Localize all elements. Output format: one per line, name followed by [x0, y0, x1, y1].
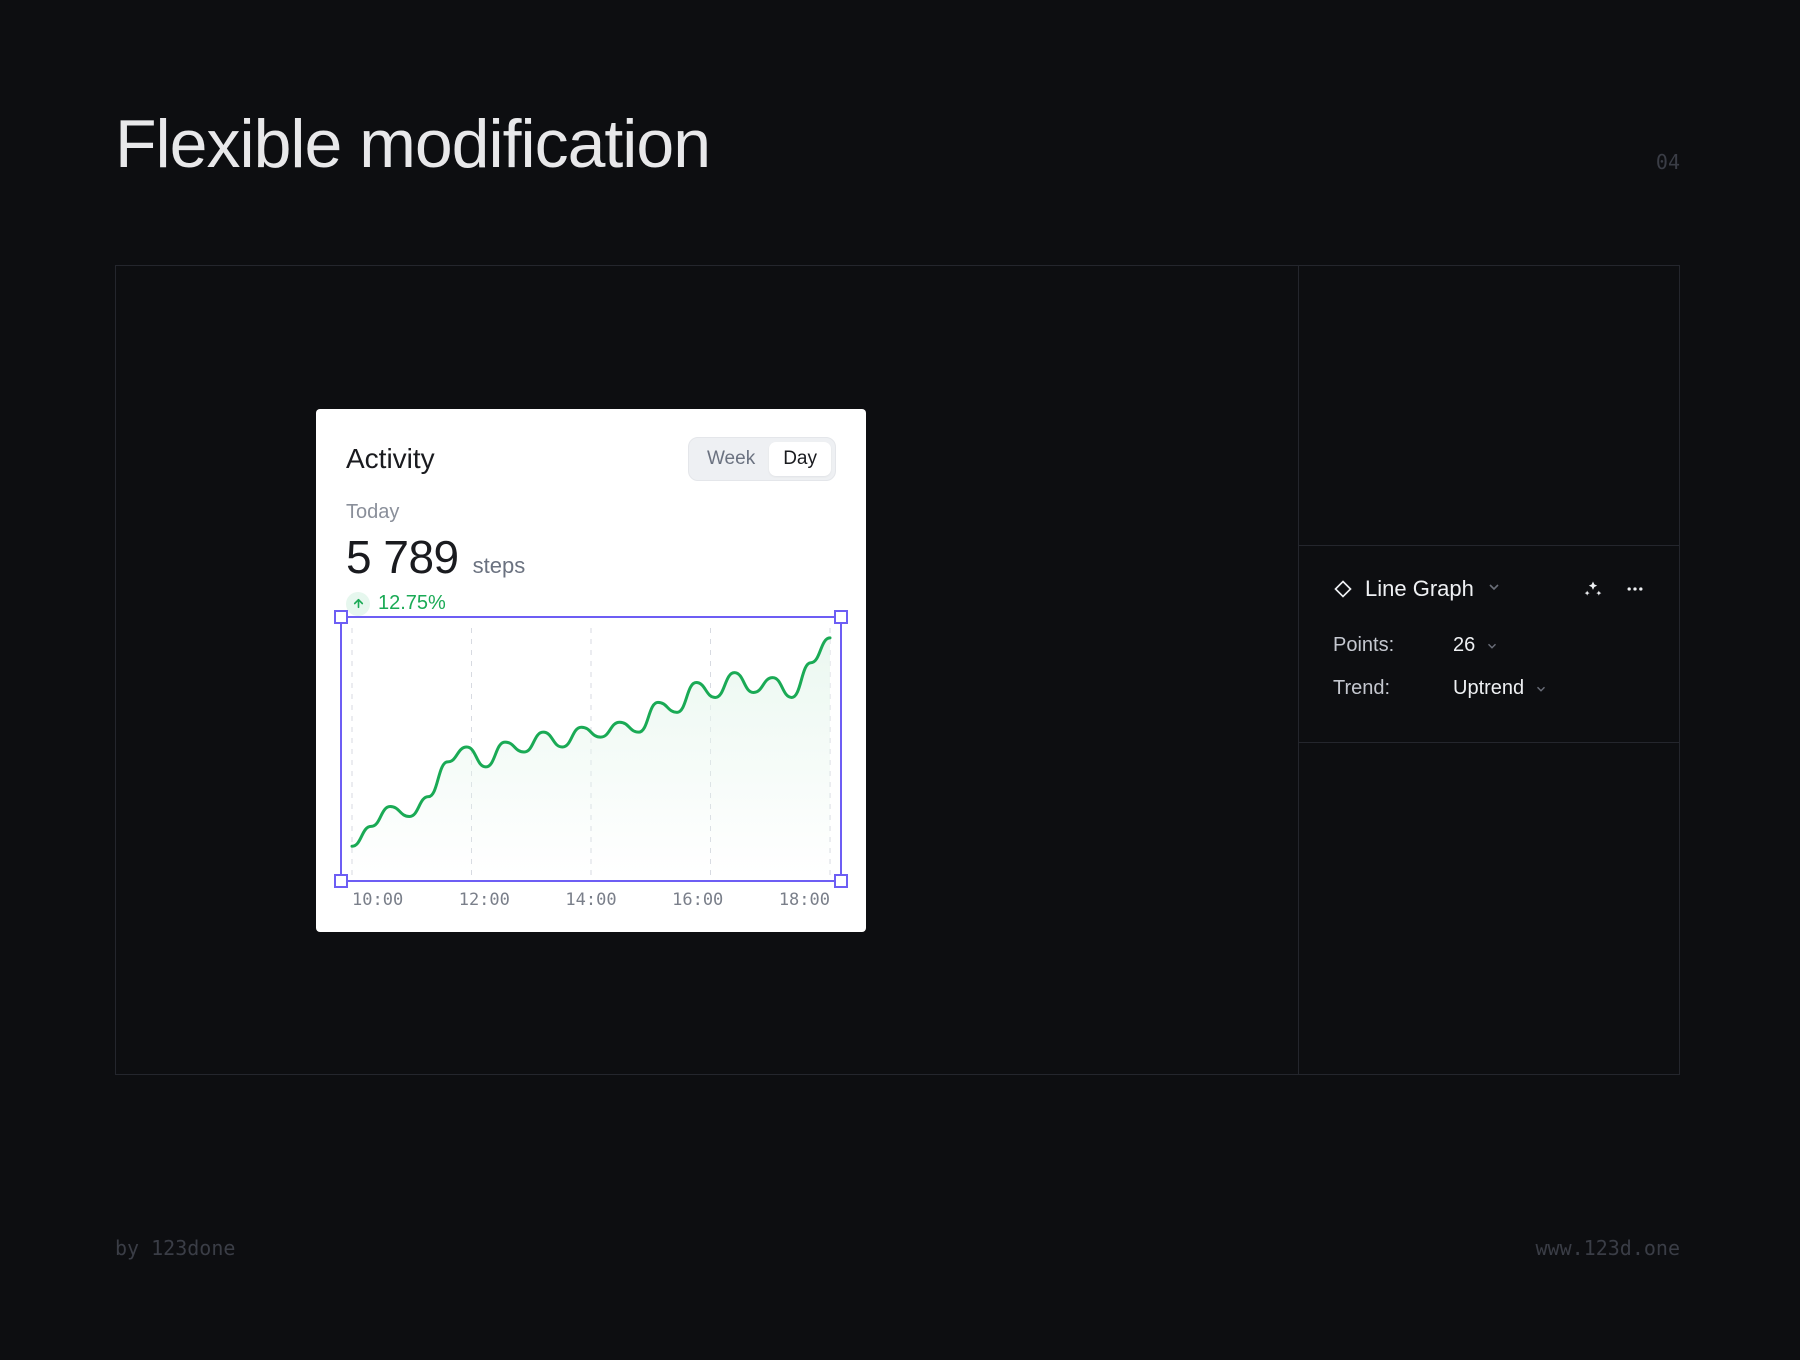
points-value-dropdown[interactable]: 26 — [1453, 634, 1499, 657]
trend-value-dropdown[interactable]: Uptrend — [1453, 677, 1548, 700]
segment-day-button[interactable]: Day — [769, 442, 831, 476]
x-tick: 14:00 — [565, 890, 616, 910]
chart-container[interactable]: 10:00 12:00 14:00 16:00 18:00 — [346, 622, 836, 910]
content-frame: Activity Week Day Today 5 789 steps 12.7… — [115, 265, 1680, 1075]
metric-value: 5 789 — [346, 530, 459, 584]
component-icon — [1333, 579, 1353, 599]
inspector-panel: Line Graph Points: 26 — [1299, 266, 1679, 1074]
delta-value: 12.75% — [378, 592, 446, 615]
selection-handle-tr[interactable] — [834, 610, 848, 624]
inspector-top-spacer — [1299, 266, 1679, 546]
footer-credit: by 123done — [115, 1236, 235, 1260]
x-axis: 10:00 12:00 14:00 16:00 18:00 — [346, 882, 836, 910]
page-title: Flexible modification — [115, 105, 710, 183]
x-tick: 12:00 — [459, 890, 510, 910]
selection-handle-br[interactable] — [834, 874, 848, 888]
card-header: Activity Week Day — [346, 437, 836, 481]
inspector-row-trend: Trend: Uptrend — [1333, 667, 1645, 710]
inspector-content: Line Graph Points: 26 — [1299, 546, 1679, 743]
metric-unit: steps — [473, 553, 526, 579]
metric-row: 5 789 steps — [346, 530, 836, 584]
x-tick: 18:00 — [779, 890, 830, 910]
x-tick: 16:00 — [672, 890, 723, 910]
card-sublabel: Today — [346, 501, 836, 524]
line-chart[interactable] — [346, 622, 836, 882]
footer-site: www.123d.one — [1536, 1236, 1681, 1260]
chevron-down-icon[interactable] — [1486, 579, 1502, 600]
inspector-header: Line Graph — [1333, 576, 1645, 602]
range-segment: Week Day — [688, 437, 836, 481]
segment-week-button[interactable]: Week — [693, 442, 769, 476]
component-name[interactable]: Line Graph — [1365, 576, 1474, 602]
inspector-bottom-spacer — [1299, 743, 1679, 1074]
activity-card: Activity Week Day Today 5 789 steps 12.7… — [316, 409, 866, 932]
page-number: 04 — [1656, 150, 1680, 174]
x-tick: 10:00 — [352, 890, 403, 910]
canvas-area: Activity Week Day Today 5 789 steps 12.7… — [116, 266, 1299, 1074]
points-label: Points: — [1333, 634, 1453, 657]
card-title: Activity — [346, 443, 435, 475]
sparkle-icon[interactable] — [1583, 579, 1603, 599]
more-icon[interactable] — [1625, 579, 1645, 599]
trend-label: Trend: — [1333, 677, 1453, 700]
inspector-row-points: Points: 26 — [1333, 624, 1645, 667]
arrow-up-icon — [346, 592, 370, 616]
metric-delta: 12.75% — [346, 592, 836, 616]
